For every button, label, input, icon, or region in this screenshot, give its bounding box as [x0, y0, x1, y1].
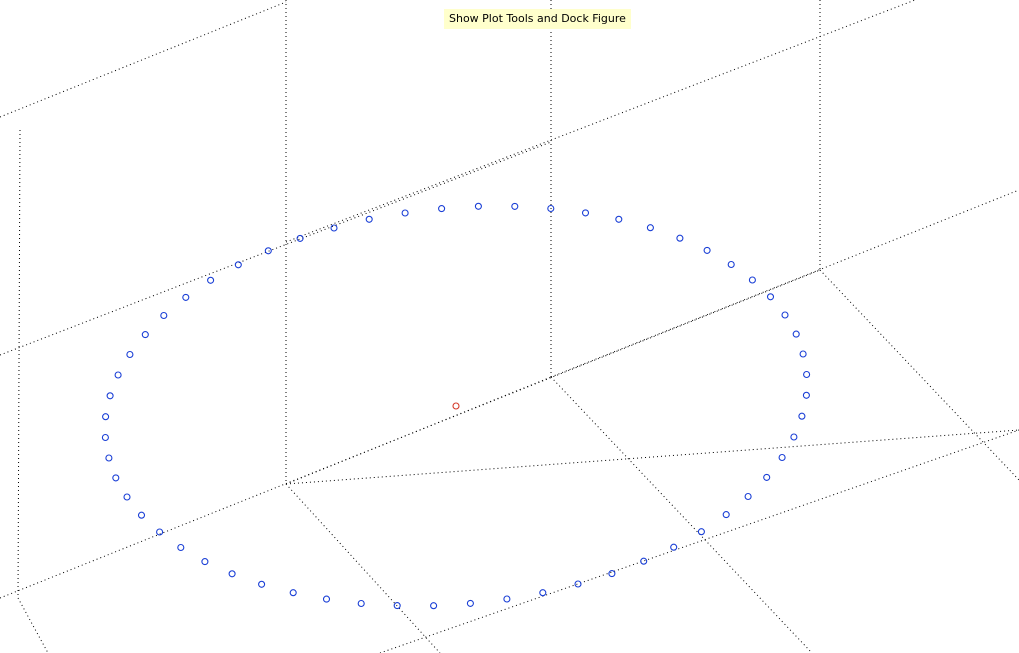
- data-point: [646, 224, 654, 232]
- data-point: [177, 543, 185, 552]
- data-point: [156, 528, 164, 536]
- data-point: [574, 580, 582, 588]
- data-point: [697, 528, 705, 536]
- grid-layer: [0, 0, 1019, 653]
- grid-line: [285, 376, 552, 485]
- data-point: [781, 311, 789, 319]
- data-point: [126, 350, 134, 359]
- data-point: [503, 595, 511, 603]
- grid-line: [17, 129, 21, 599]
- plot-canvas[interactable]: [0, 0, 1019, 653]
- data-point: [401, 209, 409, 217]
- data-point: [539, 589, 547, 597]
- data-point: [112, 474, 120, 482]
- data-point: [640, 557, 648, 565]
- data-point: [799, 350, 807, 358]
- data-point: [123, 493, 131, 501]
- data-point: [234, 261, 242, 269]
- data-point: [101, 433, 109, 442]
- data-point: [296, 234, 304, 242]
- data-point: [581, 209, 590, 217]
- grid-line: [285, 483, 441, 653]
- data-point: [141, 331, 149, 339]
- data-point: [511, 202, 519, 210]
- data-point: [803, 370, 811, 379]
- tooltip: Show Plot Tools and Dock Figure: [444, 9, 631, 29]
- data-point: [114, 371, 122, 379]
- plot-area[interactable]: Show Plot Tools and Dock Figure: [0, 0, 1019, 653]
- data-point: [228, 570, 236, 578]
- data-point: [182, 293, 190, 301]
- data-point: [106, 392, 114, 400]
- data-point: [430, 602, 438, 610]
- data-point: [670, 543, 678, 551]
- data-point: [790, 433, 798, 441]
- grid-line: [550, 376, 813, 653]
- grid-line: [0, 269, 821, 599]
- data-point: [105, 454, 113, 462]
- data-point: [615, 215, 623, 223]
- data-point: [766, 293, 775, 301]
- data-point: [207, 276, 215, 284]
- data-point: [778, 453, 786, 462]
- grid-line: [0, 141, 552, 356]
- grid-line: [379, 429, 1019, 653]
- data-point: [744, 492, 752, 501]
- data-point: [802, 391, 810, 399]
- data-point: [466, 599, 474, 607]
- data-point: [798, 412, 806, 420]
- grid-line: [285, 429, 1019, 485]
- data-point: [676, 234, 684, 242]
- data-point: [264, 247, 272, 255]
- data-point: [102, 413, 110, 421]
- data-point: [201, 558, 209, 566]
- data-point: [722, 511, 730, 519]
- data-point: [357, 599, 365, 608]
- data-point: [727, 260, 735, 269]
- data-point: [608, 570, 616, 578]
- data-point: [322, 595, 331, 603]
- data-point: [474, 202, 482, 210]
- grid-line: [285, 0, 917, 243]
- highlight-marker: [452, 402, 460, 410]
- data-point: [703, 246, 711, 254]
- marker-layer: [101, 202, 811, 610]
- data-point: [763, 473, 771, 481]
- data-point: [289, 589, 297, 597]
- grid-line: [819, 269, 1019, 481]
- data-point: [137, 511, 146, 519]
- grid-line: [0, 1, 287, 118]
- data-point: [258, 580, 266, 588]
- data-point: [748, 276, 756, 284]
- data-point: [160, 311, 168, 320]
- data-point: [792, 330, 800, 338]
- data-point: [438, 205, 446, 213]
- grid-line: [17, 597, 49, 653]
- data-point: [365, 215, 373, 223]
- data-point: [330, 224, 338, 232]
